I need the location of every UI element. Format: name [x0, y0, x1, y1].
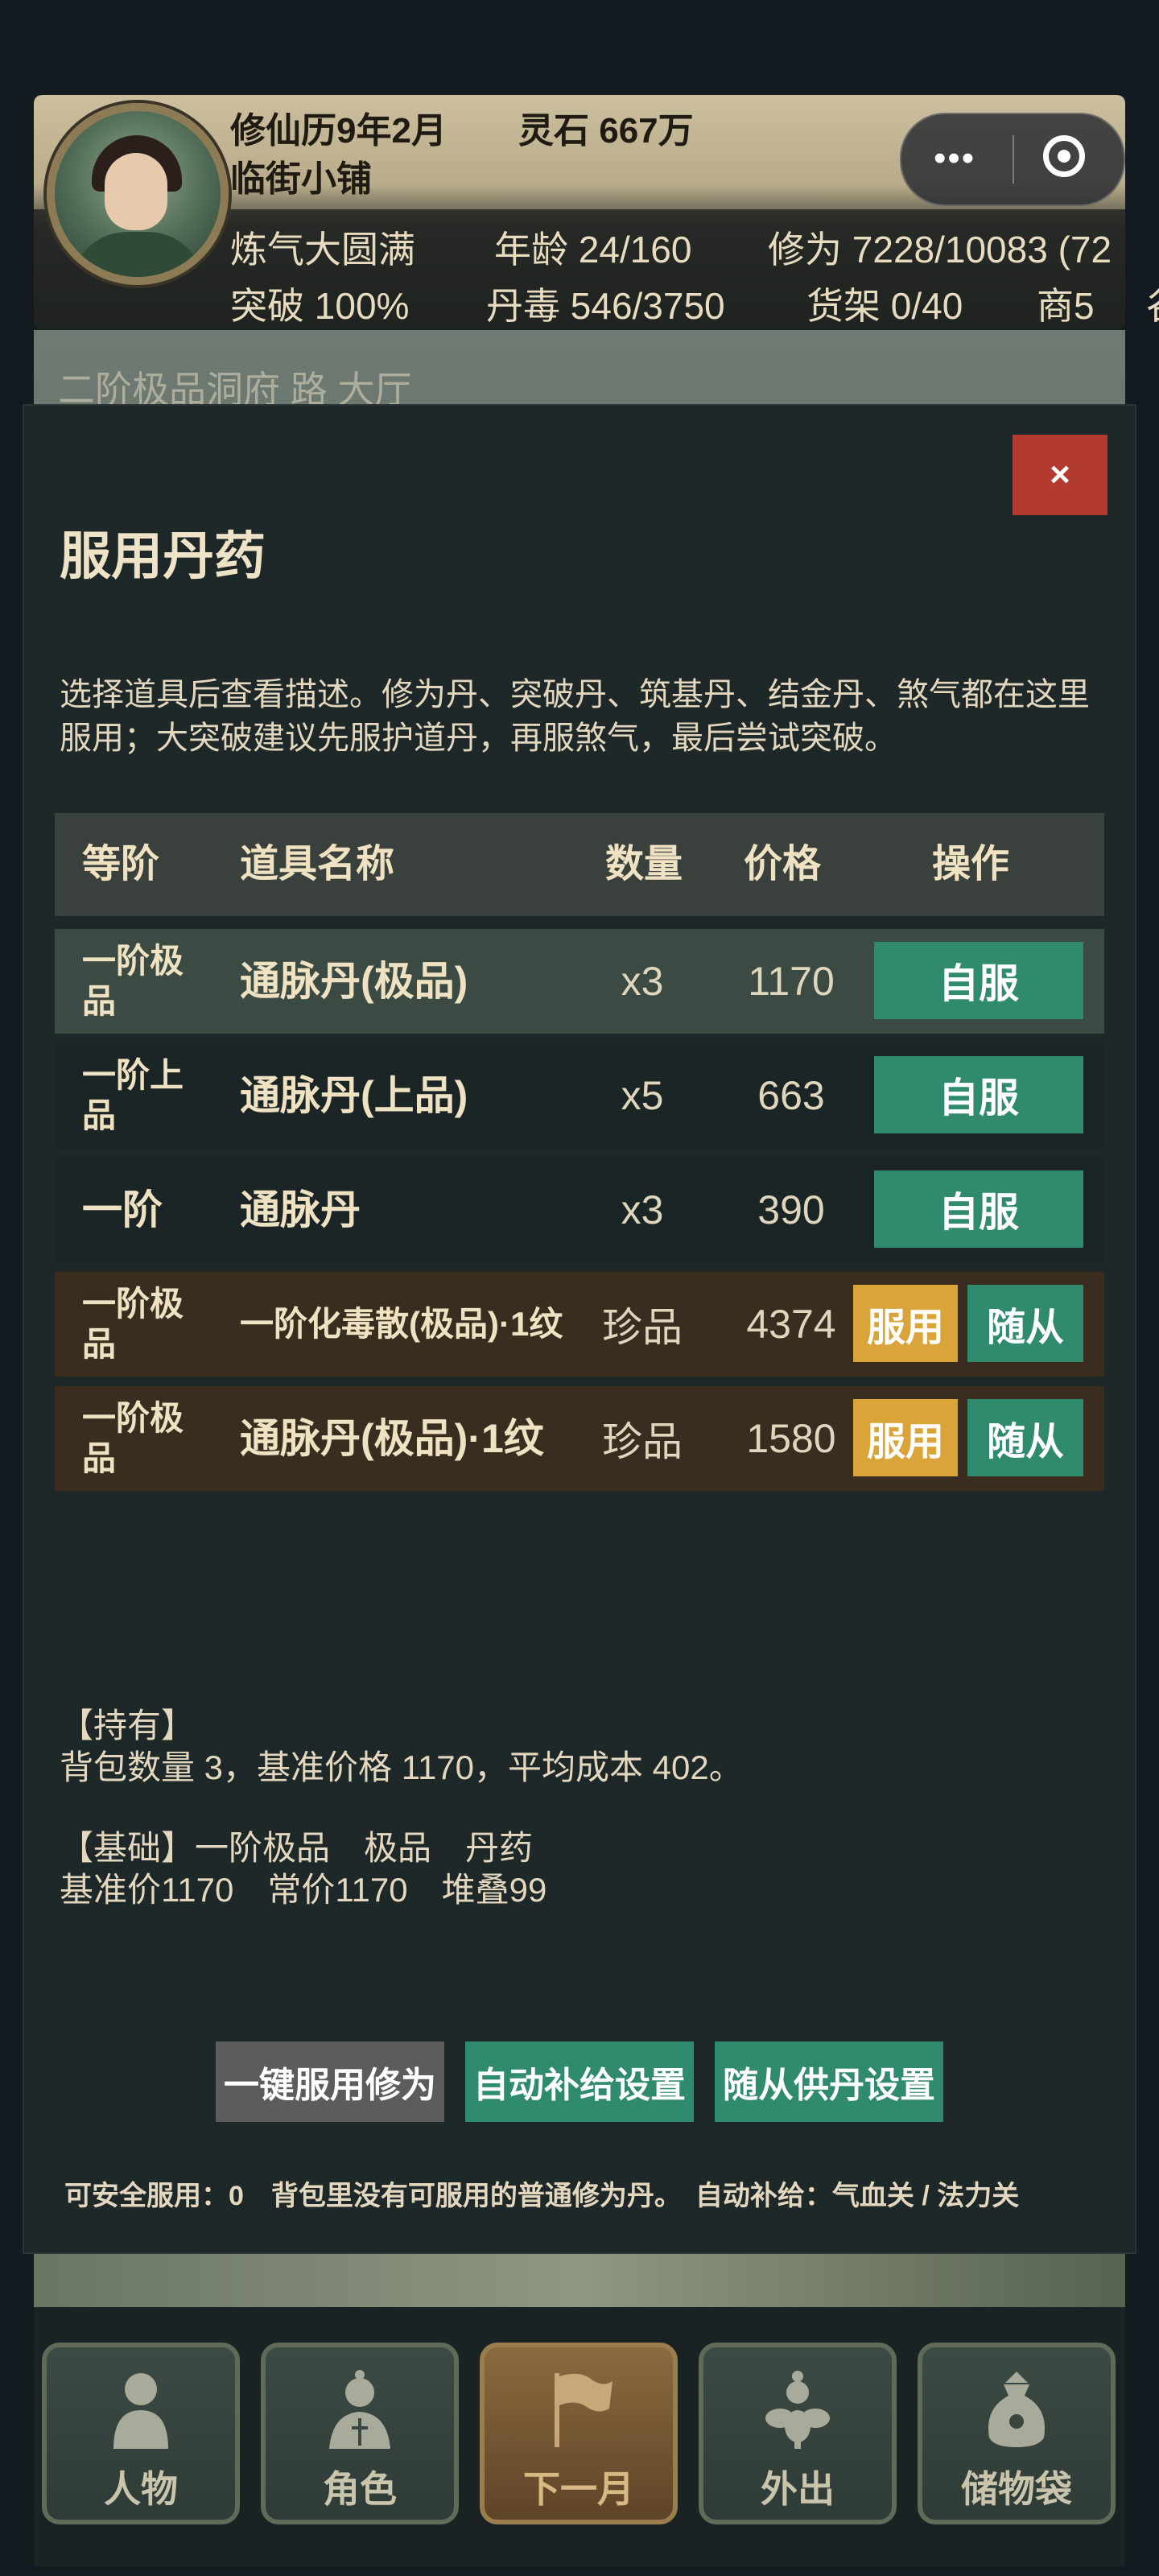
one-click-take-button[interactable]: 一键服用修为	[216, 2041, 444, 2122]
nav-role[interactable]: 角色	[261, 2343, 459, 2524]
follower-button[interactable]: 随从	[967, 1399, 1083, 1476]
follower-button[interactable]: 随从	[967, 1285, 1083, 1362]
nav-label: 角色	[323, 2468, 397, 2510]
nav-storage-bag[interactable]: 储物袋	[918, 2343, 1116, 2524]
header-overflow-text: 谷	[1146, 277, 1159, 330]
nav-label: 外出	[761, 2468, 835, 2510]
table-header: 等阶 道具名称 数量 价格 操作	[55, 813, 1104, 916]
safety-status-note: 可安全服用：0 背包里没有可服用的普通修为丹。 自动补给：气血关 / 法力关	[64, 2181, 1020, 2211]
header-name: 道具名称	[240, 843, 395, 886]
table-row[interactable]: 一阶极品 一阶化毒散(极品)·1纹 珍品 4374 服用 随从	[55, 1272, 1104, 1377]
modal-title: 服用丹药	[60, 527, 266, 585]
item-price: 4374	[746, 1302, 836, 1347]
item-name: 通脉丹	[240, 1187, 361, 1232]
holding-title: 【持有】	[60, 1707, 196, 1744]
more-dots-icon[interactable]: •••	[934, 138, 975, 179]
pill-poison-text: 丹毒 546/3750	[486, 285, 725, 327]
shelf-text: 货架 0/40	[806, 285, 963, 327]
robed-figure-icon	[329, 2370, 390, 2449]
self-take-button[interactable]: 自服	[874, 1056, 1083, 1133]
take-button[interactable]: 服用	[853, 1285, 958, 1362]
item-qty: x3	[621, 1187, 664, 1232]
item-name: 通脉丹(上品)	[240, 1073, 468, 1118]
basic-title: 【基础】一阶极品 极品 丹药	[60, 1829, 534, 1867]
header-action: 操作	[932, 843, 1010, 886]
calendar-date: 修仙历9年2月	[230, 111, 447, 151]
shop-name: 临街小铺	[230, 159, 372, 199]
table-row[interactable]: 一阶上品 通脉丹(上品) x5 663 自服	[55, 1043, 1104, 1148]
person-bust-icon	[113, 2373, 168, 2449]
flower-figure-icon	[765, 2371, 830, 2449]
take-button[interactable]: 服用	[853, 1399, 958, 1476]
nav-next-month[interactable]: 下一月	[480, 2343, 678, 2524]
item-tier: 一阶极品	[82, 1285, 184, 1363]
holding-text: 背包数量 3，基准价格 1170，平均成本 402。	[60, 1748, 743, 1786]
nav-person[interactable]: 人物	[42, 2343, 240, 2524]
cultivation-text: 修为 7228/10083 (72	[768, 229, 1112, 270]
nav-label: 下一月	[523, 2468, 634, 2510]
close-button[interactable]: ×	[1013, 435, 1107, 515]
item-name: 通脉丹(极品)·1纹	[240, 1416, 544, 1461]
item-qty: 珍品	[602, 1305, 683, 1350]
item-name: 通脉丹(极品)	[240, 959, 468, 1004]
self-take-button[interactable]: 自服	[874, 1170, 1083, 1248]
nav-label: 储物袋	[961, 2468, 1072, 2510]
item-price: 1170	[748, 959, 835, 1004]
realm-text: 炼气大圆满	[230, 229, 415, 270]
breakthrough-text: 突破 100%	[230, 285, 410, 327]
modal-description: 选择道具后查看描述。修为丹、突破丹、筑基丹、结金丹、煞气都在这里服用；大突破建议…	[60, 677, 1090, 756]
auto-supply-settings-button[interactable]: 自动补给设置	[465, 2041, 694, 2122]
background-scene-strip	[34, 2254, 1125, 2307]
item-qty: 珍品	[602, 1419, 683, 1464]
flag-icon	[555, 2373, 612, 2447]
header-price: 价格	[744, 843, 822, 886]
table-row[interactable]: 一阶 通脉丹 x3 390 自服	[55, 1158, 1104, 1262]
item-price: 663	[757, 1073, 825, 1118]
item-tier: 一阶上品	[82, 1056, 184, 1134]
nav-label: 人物	[104, 2468, 178, 2510]
item-tier: 一阶极品	[82, 1399, 184, 1477]
merchant-level-text: 商5	[1037, 285, 1095, 327]
close-target-icon[interactable]	[1043, 135, 1085, 177]
item-price: 390	[757, 1187, 825, 1232]
table-row[interactable]: 一阶极品 通脉丹(极品)·1纹 珍品 1580 服用 随从	[55, 1386, 1104, 1491]
item-tier: 一阶	[82, 1187, 163, 1232]
avatar[interactable]	[47, 103, 229, 285]
spirit-stone-count: 灵石 667万	[518, 111, 694, 151]
storage-bag-icon	[988, 2372, 1045, 2447]
table-row[interactable]: 一阶极品 通脉丹(极品) x3 1170 自服	[55, 929, 1104, 1034]
item-name: 一阶化毒散(极品)·1纹	[240, 1305, 563, 1343]
header-tier: 等阶	[82, 843, 160, 886]
item-tier: 一阶极品	[82, 942, 184, 1020]
header-qty: 数量	[605, 843, 683, 886]
item-price: 1580	[746, 1416, 836, 1461]
follower-supply-settings-button[interactable]: 随从供丹设置	[715, 2041, 943, 2122]
miniprogram-capsule: •••	[900, 113, 1125, 206]
basic-text: 基准价1170 常价1170 堆叠99	[60, 1871, 547, 1909]
item-qty: x5	[621, 1073, 664, 1118]
nav-go-out[interactable]: 外出	[699, 2343, 897, 2524]
self-take-button[interactable]: 自服	[874, 942, 1083, 1019]
age-text: 年龄 24/160	[494, 229, 692, 270]
item-qty: x3	[621, 959, 664, 1004]
